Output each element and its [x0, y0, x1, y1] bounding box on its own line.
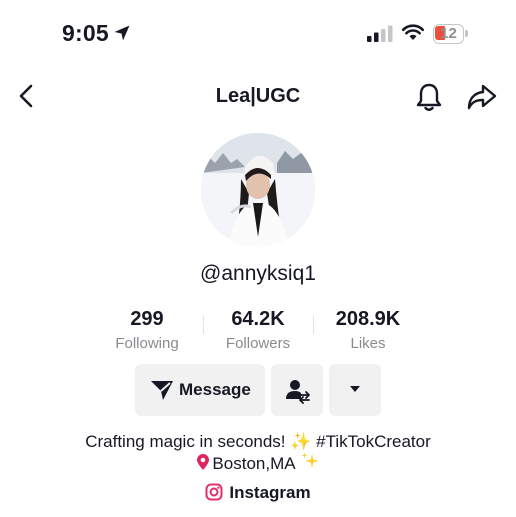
- message-button[interactable]: Message: [135, 364, 265, 416]
- followers-label: Followers: [225, 335, 291, 352]
- stat-likes[interactable]: 208.9K Likes: [308, 307, 428, 354]
- following-count: 299: [130, 308, 164, 330]
- friend-button[interactable]: [271, 364, 323, 416]
- status-bar: 9:05 12: [0, 0, 516, 70]
- profile-stats: 299 Following 64.2K Followers 208.9K Lik…: [0, 307, 516, 354]
- status-time: 9:05: [62, 20, 109, 46]
- battery-icon: 12: [433, 24, 468, 44]
- avatar-photo: [201, 133, 315, 247]
- instagram-link[interactable]: Instagram: [0, 483, 516, 503]
- username: @annyksiq1: [200, 262, 316, 285]
- message-button-label: Message: [179, 380, 251, 399]
- stat-followers[interactable]: 64.2K Followers: [198, 307, 318, 354]
- instagram-icon: [205, 483, 223, 501]
- instagram-label: Instagram: [229, 483, 311, 502]
- signal-icon: [367, 25, 393, 42]
- likes-label: Likes: [350, 335, 386, 352]
- bio-location: Boston,MA: [212, 454, 296, 473]
- bio-line-2: Boston,MA: [0, 451, 516, 475]
- sparkle-icon: [301, 452, 319, 468]
- more-options-button[interactable]: [329, 364, 381, 416]
- profile-header: Lea|UGC: [0, 74, 516, 120]
- send-icon: [151, 381, 173, 400]
- bio-text: Crafting magic in seconds! ✨ #TikTokCrea…: [85, 432, 431, 451]
- location-arrow-icon: [114, 25, 130, 41]
- friend-swap-icon: [286, 380, 310, 404]
- stat-following[interactable]: 299 Following: [87, 307, 207, 354]
- battery-level: 12: [440, 25, 457, 42]
- bio-line-1: Crafting magic in seconds! ✨ #TikTokCrea…: [0, 431, 516, 453]
- pin-icon: [197, 454, 210, 470]
- bell-icon[interactable]: [414, 81, 444, 113]
- followers-count: 64.2K: [231, 308, 285, 330]
- dropdown-caret-icon: [350, 386, 360, 392]
- likes-count: 208.9K: [335, 308, 401, 330]
- wifi-icon: [401, 24, 425, 40]
- share-icon[interactable]: [466, 82, 498, 112]
- avatar[interactable]: [201, 133, 315, 247]
- following-label: Following: [115, 335, 179, 352]
